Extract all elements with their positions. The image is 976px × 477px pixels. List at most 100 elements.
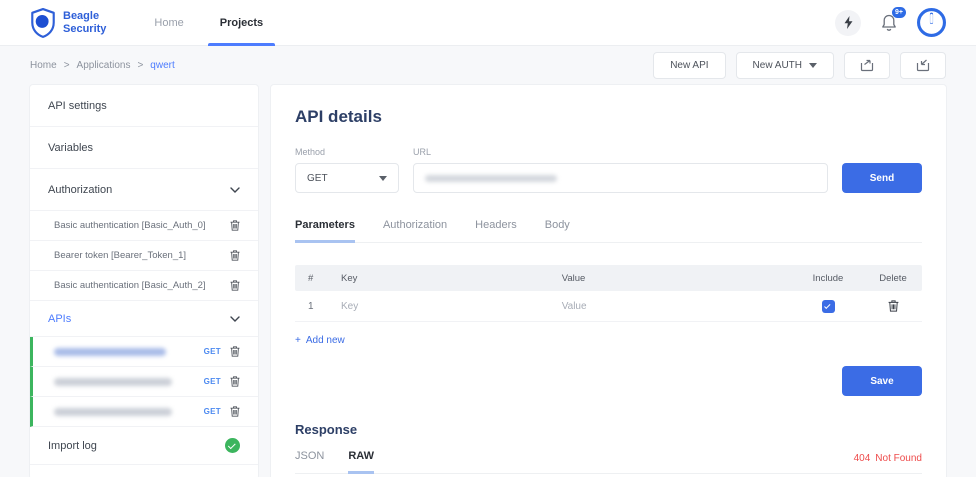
redacted-api-name bbox=[54, 378, 172, 386]
tab-raw[interactable]: RAW bbox=[348, 450, 374, 474]
col-include: Include bbox=[792, 273, 864, 284]
new-api-button[interactable]: New API bbox=[653, 52, 725, 79]
chevron-down-icon bbox=[230, 187, 240, 193]
top-header: Beagle Security Home Projects 9+ bbox=[0, 0, 976, 46]
sidebar-item-variables[interactable]: Variables bbox=[30, 127, 258, 169]
new-auth-dropdown[interactable]: New AUTH bbox=[736, 52, 834, 79]
delete-row-trash-icon[interactable] bbox=[888, 300, 899, 312]
method-value: GET bbox=[307, 173, 328, 184]
sidebar-item-api-settings[interactable]: API settings bbox=[30, 85, 258, 127]
parameters-table: # Key Value Include Delete 1 Key Value bbox=[295, 265, 922, 346]
tab-body[interactable]: Body bbox=[545, 219, 570, 243]
tab-parameters[interactable]: Parameters bbox=[295, 219, 355, 243]
import-icon bbox=[916, 59, 930, 72]
auth-item-label: Basic authentication [Basic_Auth_2] bbox=[54, 280, 206, 291]
breadcrumb-home[interactable]: Home bbox=[30, 60, 57, 71]
url-input[interactable] bbox=[413, 163, 828, 193]
notification-badge: 9+ bbox=[892, 7, 906, 18]
top-navigation: Home Projects bbox=[154, 0, 263, 46]
chevron-down-icon bbox=[230, 316, 240, 322]
save-button[interactable]: Save bbox=[842, 366, 922, 396]
breadcrumb-separator: > bbox=[137, 60, 143, 71]
nav-home[interactable]: Home bbox=[154, 0, 183, 46]
method-label: Method bbox=[295, 147, 399, 157]
include-checkbox[interactable] bbox=[822, 300, 835, 313]
redacted-api-name bbox=[54, 408, 172, 416]
status-code: 404 bbox=[854, 453, 871, 464]
redacted-url-value bbox=[425, 175, 557, 182]
sidebar-item-authorization[interactable]: Authorization bbox=[30, 169, 258, 211]
api-details-panel: API details Method GET URL Send Paramete… bbox=[271, 85, 946, 477]
trash-icon[interactable] bbox=[230, 376, 240, 387]
add-new-link[interactable]: + Add new bbox=[295, 335, 922, 346]
method-badge: GET bbox=[204, 407, 221, 416]
col-key: Key bbox=[341, 273, 562, 284]
method-select[interactable]: GET bbox=[295, 163, 399, 193]
sidebar-auth-item[interactable]: Basic authentication [Basic_Auth_0] bbox=[30, 211, 258, 241]
response-status: 404 Not Found bbox=[854, 453, 922, 473]
lightning-icon bbox=[843, 16, 854, 29]
url-label: URL bbox=[413, 147, 828, 157]
trash-icon[interactable] bbox=[230, 346, 240, 357]
breadcrumb-separator: > bbox=[64, 60, 70, 71]
sidebar-item-import-log[interactable]: Import log bbox=[30, 427, 258, 465]
sidebar-auth-item[interactable]: Bearer token [Bearer_Token_1] bbox=[30, 241, 258, 271]
authorization-label: Authorization bbox=[48, 184, 112, 196]
add-new-label: Add new bbox=[306, 335, 345, 346]
brand-name: Beagle Security bbox=[63, 10, 106, 35]
tab-json[interactable]: JSON bbox=[295, 450, 324, 474]
logout-button[interactable] bbox=[917, 8, 946, 37]
export-button[interactable] bbox=[844, 52, 890, 79]
sidebar-spacer bbox=[30, 465, 258, 477]
breadcrumb: Home > Applications > qwert bbox=[30, 60, 175, 71]
trash-icon[interactable] bbox=[230, 250, 240, 261]
sidebar-auth-item[interactable]: Basic authentication [Basic_Auth_2] bbox=[30, 271, 258, 301]
auth-item-label: Basic authentication [Basic_Auth_0] bbox=[54, 220, 206, 231]
status-text: Not Found bbox=[875, 453, 922, 464]
url-field-group: URL bbox=[413, 147, 828, 193]
new-auth-label: New AUTH bbox=[753, 60, 802, 71]
response-title: Response bbox=[295, 422, 922, 437]
trash-icon[interactable] bbox=[230, 220, 240, 231]
power-icon bbox=[917, 8, 946, 37]
sidebar-item-apis[interactable]: APIs bbox=[30, 301, 258, 337]
redacted-api-name bbox=[54, 348, 166, 356]
brand-logo[interactable]: Beagle Security bbox=[30, 8, 106, 38]
api-sidebar: API settings Variables Authorization Bas… bbox=[30, 85, 258, 477]
page-title: API details bbox=[295, 107, 922, 127]
trash-icon[interactable] bbox=[230, 280, 240, 291]
request-tabs: Parameters Authorization Headers Body bbox=[295, 219, 922, 243]
key-input[interactable]: Key bbox=[341, 301, 562, 312]
quick-actions-button[interactable] bbox=[835, 10, 861, 36]
method-badge: GET bbox=[204, 377, 221, 386]
value-input[interactable]: Value bbox=[562, 301, 792, 312]
notifications-button[interactable]: 9+ bbox=[881, 14, 897, 32]
chevron-down-icon bbox=[379, 176, 387, 181]
send-button[interactable]: Send bbox=[842, 163, 922, 193]
sidebar-api-item[interactable]: GET bbox=[30, 367, 258, 397]
trash-icon[interactable] bbox=[230, 406, 240, 417]
col-value: Value bbox=[562, 273, 792, 284]
table-header-row: # Key Value Include Delete bbox=[295, 265, 922, 291]
tab-authorization[interactable]: Authorization bbox=[383, 219, 447, 243]
row-number: 1 bbox=[295, 301, 341, 312]
apis-label: APIs bbox=[48, 313, 71, 325]
chevron-down-icon bbox=[809, 63, 817, 68]
breadcrumb-applications[interactable]: Applications bbox=[77, 60, 131, 71]
import-log-label: Import log bbox=[48, 440, 97, 452]
method-badge: GET bbox=[204, 347, 221, 356]
breadcrumb-bar: Home > Applications > qwert New API New … bbox=[0, 46, 976, 85]
breadcrumb-current-project[interactable]: qwert bbox=[150, 60, 174, 71]
export-icon bbox=[860, 59, 874, 72]
import-button[interactable] bbox=[900, 52, 946, 79]
success-check-icon bbox=[225, 438, 240, 453]
beagle-shield-icon bbox=[30, 8, 56, 38]
auth-item-label: Bearer token [Bearer_Token_1] bbox=[54, 250, 186, 261]
response-tabs: JSON RAW 404 Not Found bbox=[295, 450, 922, 474]
sidebar-api-item[interactable]: GET bbox=[30, 337, 258, 367]
nav-projects[interactable]: Projects bbox=[220, 0, 263, 46]
plus-icon: + bbox=[295, 335, 301, 346]
sidebar-api-item[interactable]: GET bbox=[30, 397, 258, 427]
tab-headers[interactable]: Headers bbox=[475, 219, 517, 243]
method-field-group: Method GET bbox=[295, 147, 399, 193]
